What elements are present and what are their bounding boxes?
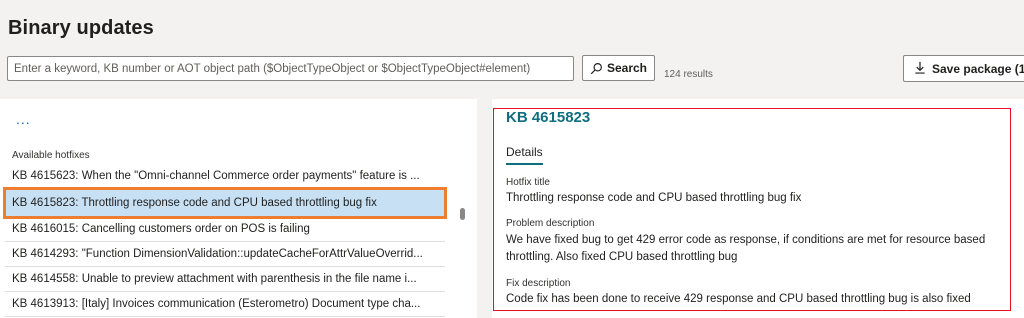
hotfix-row[interactable]: KB 4614558: Unable to preview attachment… <box>5 267 445 292</box>
hotfix-title-label: Hotfix title <box>506 177 550 188</box>
hotfix-row[interactable]: KB 4614293: "Function DimensionValidatio… <box>5 242 445 267</box>
hotfix-row[interactable]: KB 4616015: Cancelling customers order o… <box>5 217 445 242</box>
download-icon <box>914 61 926 77</box>
save-package-label: Save package (12 <box>932 61 1024 76</box>
hotfix-row-label: KB 4616015: Cancelling customers order o… <box>12 223 310 235</box>
results-count: 124 results <box>664 69 713 80</box>
hotfix-list: KB 4615623: When the "Omni-channel Comme… <box>3 164 447 317</box>
hotfix-row-label: KB 4615623: When the "Omni-channel Comme… <box>12 170 420 182</box>
page-title: Binary updates <box>8 17 154 39</box>
scrollbar[interactable] <box>457 159 467 318</box>
hotfix-row-label: KB 4614558: Unable to preview attachment… <box>12 273 417 285</box>
problem-description-label: Problem description <box>506 218 595 229</box>
save-package-button[interactable]: Save package (12 <box>903 55 1024 82</box>
problem-description-value: We have fixed bug to get 429 error code … <box>506 234 986 263</box>
detail-panel: KB 4615823 Details Hotfix title Throttli… <box>492 99 1024 318</box>
hotfix-row-label: KB 4615823: Throttling response code and… <box>12 196 377 209</box>
more-options-button[interactable]: ... <box>16 111 31 127</box>
hotfix-row-label: KB 4613913: [Italy] Invoices communicati… <box>12 298 421 310</box>
hotfix-row[interactable]: KB 4613913: [Italy] Invoices communicati… <box>5 292 445 317</box>
list-header: Available hotfixes <box>12 150 90 161</box>
hotfix-row-label: KB 4614293: "Function DimensionValidatio… <box>12 248 423 260</box>
detail-highlight-box: KB 4615823 Details Hotfix title Throttli… <box>493 108 1011 311</box>
search-icon <box>590 62 603 75</box>
search-input[interactable] <box>7 56 574 81</box>
kb-title: KB 4615823 <box>506 109 591 126</box>
fix-description-value: Code fix has been done to receive 429 re… <box>506 293 971 305</box>
search-button[interactable]: Search <box>582 55 655 81</box>
hotfix-row-selected[interactable]: KB 4615823: Throttling response code and… <box>3 187 447 219</box>
scrollbar-thumb[interactable] <box>460 208 465 220</box>
hotfix-list-panel: ... Available hotfixes KB 4615623: When … <box>0 99 477 318</box>
search-button-label: Search <box>606 61 648 75</box>
tab-details[interactable]: Details <box>506 145 543 165</box>
fix-description-label: Fix description <box>506 278 571 289</box>
hotfix-title-value: Throttling response code and CPU based t… <box>506 192 802 204</box>
hotfix-row[interactable]: KB 4615623: When the "Omni-channel Comme… <box>5 164 445 189</box>
